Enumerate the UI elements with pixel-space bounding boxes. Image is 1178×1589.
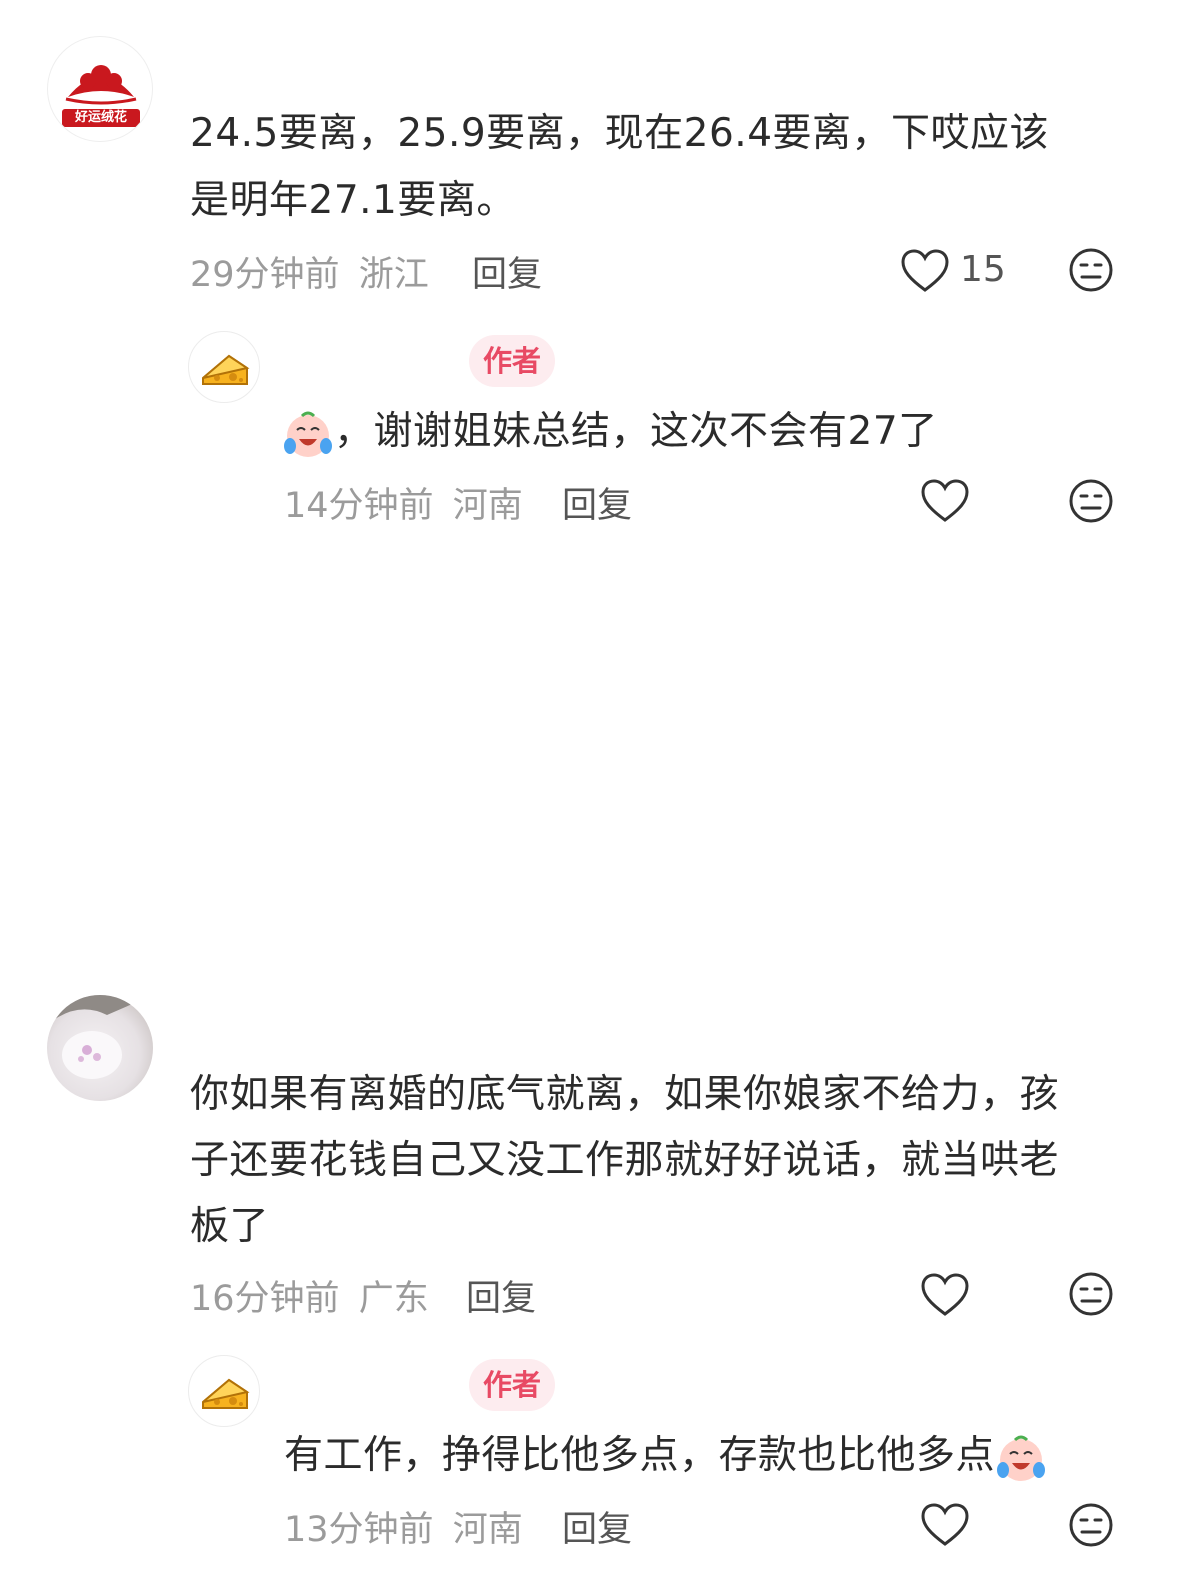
author-avatar[interactable] <box>188 331 260 403</box>
reply-text-content: ，谢谢姐妹总结，这次不会有27了 <box>334 409 938 454</box>
heart-outline-icon[interactable] <box>920 1502 970 1548</box>
heart-outline-icon[interactable] <box>920 1272 970 1318</box>
cheese-icon <box>202 1378 250 1409</box>
comment-time: 16分钟前 <box>190 1279 340 1319</box>
avatar-logo-text: 好运绒花 <box>74 110 127 125</box>
like-count: 15 <box>960 249 1006 290</box>
reply-button[interactable]: 回复 <box>562 477 632 528</box>
lotus-logo-icon <box>62 65 140 127</box>
reply-text: 有工作，挣得比他多点，存款也比他多点 <box>284 1422 1047 1489</box>
meh-face-icon[interactable] <box>1068 1271 1114 1317</box>
comment-text-line: 是明年27.1要离。 <box>190 178 516 223</box>
reply-button[interactable]: 回复 <box>472 246 542 297</box>
cheese-icon <box>202 354 250 385</box>
comment-text-line: 你如果有离婚的底气就离，如果你娘家不给力，孩 <box>190 1072 1060 1117</box>
comment-meta: 29分钟前 浙江 <box>190 246 429 297</box>
comment-meta: 16分钟前 广东 <box>190 1270 429 1321</box>
reply-text: ，谢谢姐妹总结，这次不会有27了 <box>282 398 938 465</box>
user-avatar[interactable] <box>47 995 153 1101</box>
author-badge: 作者 <box>469 335 556 387</box>
meh-face-icon[interactable] <box>1068 1502 1114 1548</box>
crying-laugh-emoji <box>284 411 332 457</box>
reply-location: 河南 <box>452 486 523 526</box>
reply-button[interactable]: 回复 <box>562 1501 632 1552</box>
comment-text-line: 24.5要离，25.9要离，现在26.4要离，下哎应该 <box>190 111 1050 156</box>
meh-face-icon[interactable] <box>1068 247 1114 293</box>
comment-feed: 好运绒花 24.5要离，25.9要离，现在26.4要离，下哎应该 是明年27.1… <box>0 0 1178 1589</box>
comment-location: 广东 <box>358 1279 429 1319</box>
reply-time: 13分钟前 <box>284 1510 434 1550</box>
heart-outline-icon[interactable] <box>920 478 970 524</box>
reply-meta: 14分钟前 河南 <box>284 477 523 528</box>
meh-face-icon[interactable] <box>1068 478 1114 524</box>
author-avatar[interactable] <box>188 1355 260 1427</box>
user-avatar[interactable]: 好运绒花 <box>47 36 153 142</box>
heart-outline-icon[interactable] <box>900 248 950 294</box>
comment-text-line: 子还要花钱自己又没工作那就好好说话，就当哄老 <box>190 1138 1060 1183</box>
comment-text-line: 板了 <box>190 1204 270 1249</box>
reply-location: 河南 <box>452 1510 523 1550</box>
comment-time: 29分钟前 <box>190 255 340 295</box>
reply-text-content: 有工作，挣得比他多点，存款也比他多点 <box>284 1433 996 1478</box>
comment-location: 浙江 <box>358 255 429 295</box>
reply-meta: 13分钟前 河南 <box>284 1501 523 1552</box>
reply-button[interactable]: 回复 <box>466 1270 536 1321</box>
photo-thumbnail <box>47 995 153 1079</box>
reply-time: 14分钟前 <box>284 486 434 526</box>
crying-laugh-emoji <box>997 1435 1046 1481</box>
author-badge: 作者 <box>469 1359 556 1411</box>
